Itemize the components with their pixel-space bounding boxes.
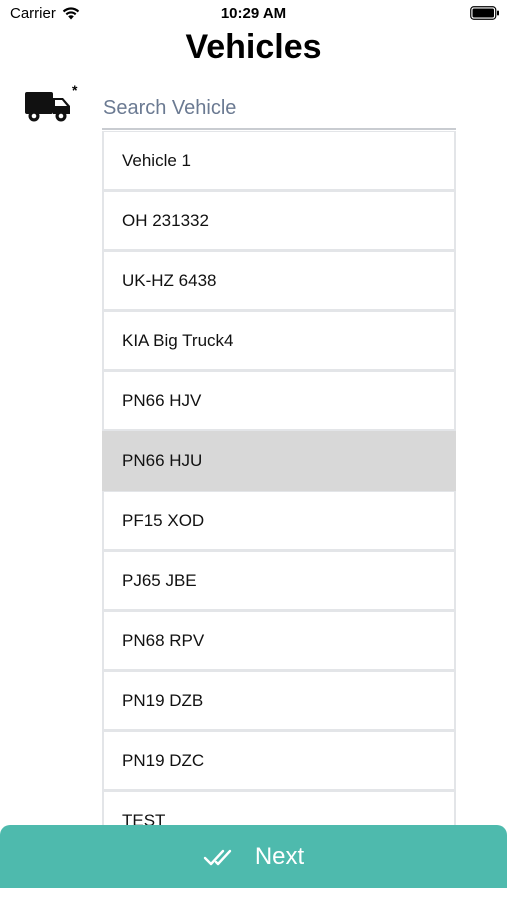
required-asterisk: * — [72, 82, 78, 98]
vehicle-list-item[interactable]: PJ65 JBE — [102, 551, 456, 611]
battery-icon — [470, 6, 499, 20]
vehicle-list-item[interactable]: TEST — [102, 791, 456, 825]
page-title: Vehicles — [185, 28, 322, 66]
vehicle-list-item[interactable]: PN19 DZB — [102, 671, 456, 731]
search-vehicle-input[interactable] — [102, 88, 456, 130]
vehicle-list-item[interactable]: PN19 DZC — [102, 731, 456, 791]
status-time: 10:29 AM — [220, 5, 287, 22]
vehicle-list-item[interactable]: PN66 HJV — [102, 371, 456, 431]
vehicle-list[interactable]: Vehicle 1 OH 231332 UK-HZ 6438 KIA Big Truc… — [102, 131, 456, 825]
next-button[interactable]: Next — [0, 825, 507, 888]
vehicle-list-item[interactable]: PN68 RPV — [102, 611, 456, 671]
double-check-icon — [203, 849, 232, 865]
truck-icon — [25, 92, 70, 122]
vehicle-list-item[interactable]: OH 231332 — [102, 191, 456, 251]
vehicle-list-item[interactable]: KIA Big Truck4 — [102, 311, 456, 371]
next-label: Next — [254, 842, 305, 870]
status-bar: Carrier 10:29 AM — [0, 0, 507, 28]
vehicle-list-item[interactable]: Vehicle 1 — [102, 131, 456, 191]
vehicle-list-item[interactable]: PF15 XOD — [102, 491, 456, 551]
vehicle-list-item[interactable]: UK-HZ 6438 — [102, 251, 456, 311]
vehicle-list-item[interactable]: PN66 HJU — [102, 431, 456, 491]
